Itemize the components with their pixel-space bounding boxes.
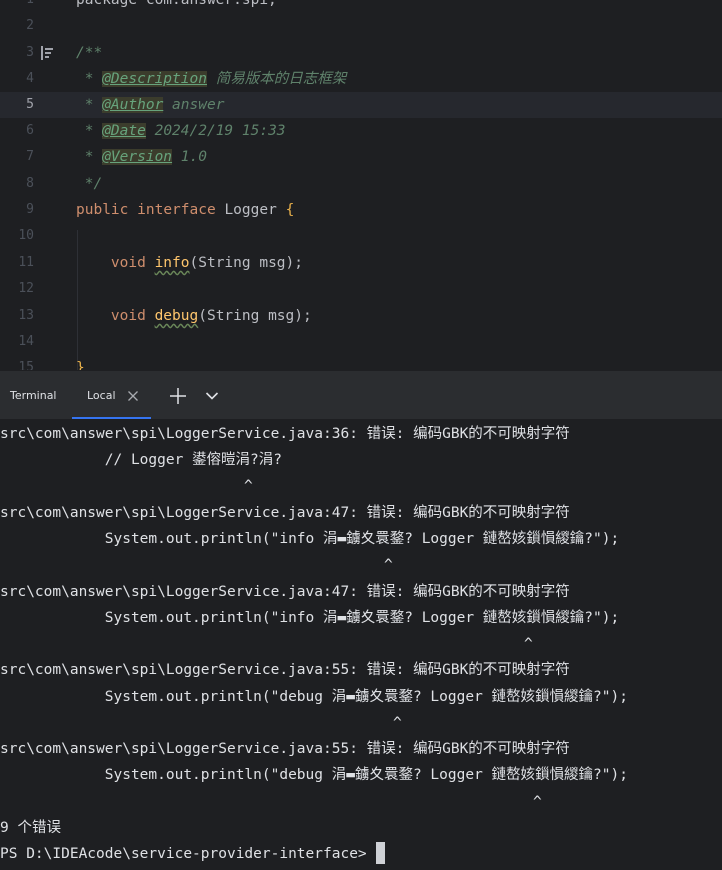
line-number: 13	[18, 308, 34, 323]
doc-value: 2024/2/19 15:33	[154, 123, 286, 139]
doc-close: */	[76, 176, 103, 192]
error-caret: ^	[524, 636, 533, 652]
error-count: 9 个错误	[0, 820, 61, 836]
chevron-down-icon[interactable]	[205, 390, 219, 402]
code-line-current[interactable]: 5 * @Author answer	[0, 92, 722, 118]
fold-lines-icon[interactable]	[41, 46, 53, 60]
terminal-line: System.out.println("debug 涓▬鐪夊睘鍪? Logger…	[0, 767, 628, 783]
code-line[interactable]: 13 void debug(String msg);	[0, 303, 722, 329]
error-caret: ^	[384, 557, 393, 573]
code-line[interactable]: 4 * @Description 简易版本的日志框架	[0, 66, 722, 92]
doc-prefix: *	[76, 149, 103, 165]
line-number: 7	[26, 149, 34, 164]
error-caret: ^	[244, 478, 253, 494]
line-number: 14	[18, 334, 34, 349]
line-number: 5	[26, 97, 34, 112]
line-number: 3	[26, 45, 34, 60]
method-name: debug	[154, 308, 199, 324]
terminal-line: src\com\answer\spi\LoggerService.java:55…	[0, 662, 570, 678]
doc-prefix: *	[76, 97, 103, 113]
terminal-line: System.out.println("info 涓▬鐪夊睘鍪? Logger …	[0, 610, 620, 626]
terminal-line: src\com\answer\spi\LoggerService.java:47…	[0, 505, 570, 521]
code-line[interactable]: 12	[0, 276, 722, 302]
code-text: package com.answer.spi;	[76, 0, 277, 8]
terminal-panel-title: Terminal	[10, 389, 57, 402]
line-number: 6	[26, 123, 34, 138]
code-line[interactable]: 8 */	[0, 171, 722, 197]
keyword: void	[110, 255, 146, 271]
method-args: (String msg);	[198, 308, 312, 324]
interface-name: Logger	[224, 202, 277, 218]
doc-tag-description: @Description	[102, 71, 207, 87]
line-number: 9	[26, 202, 34, 217]
line-number: 8	[26, 176, 34, 191]
doc-tag-author: @Author	[102, 97, 164, 113]
doc-value: 简易版本的日志框架	[215, 71, 347, 87]
code-line[interactable]: 6 * @Date 2024/2/19 15:33	[0, 118, 722, 144]
plus-icon[interactable]	[169, 387, 187, 405]
code-line[interactable]: 14	[0, 329, 722, 355]
error-caret: ^	[393, 715, 402, 731]
keyword: void	[110, 308, 146, 324]
doc-tag-version: @Version	[102, 149, 173, 165]
line-number: 1	[0, 0, 34, 13]
shell-prompt: PS D:\IDEAcode\service-provider-interfac…	[0, 846, 376, 862]
brace: {	[285, 202, 295, 218]
brace: }	[76, 360, 85, 370]
doc-tag-date: @Date	[102, 123, 146, 139]
code-line[interactable]: 1 package com.answer.spi;	[0, 0, 722, 13]
terminal-line: src\com\answer\spi\LoggerService.java:47…	[0, 584, 570, 600]
terminal-line: src\com\answer\spi\LoggerService.java:36…	[0, 426, 570, 442]
line-number: 4	[26, 71, 34, 86]
error-caret: ^	[533, 794, 542, 810]
terminal-line: System.out.println("info 涓▬鐪夊睘鍪? Logger …	[0, 531, 620, 547]
line-number: 11	[18, 255, 34, 270]
terminal-line: System.out.println("debug 涓▬鐪夊睘鍪? Logger…	[0, 689, 628, 705]
doc-prefix: *	[76, 71, 103, 87]
terminal-cursor[interactable]	[376, 842, 385, 864]
terminal-tab-bar: Terminal Local	[0, 370, 722, 420]
tab-label: Local	[87, 389, 116, 402]
code-line[interactable]: 3 /**	[0, 40, 722, 66]
line-number: 15	[18, 360, 34, 370]
terminal-output[interactable]: src\com\answer\spi\LoggerService.java:36…	[0, 419, 722, 870]
doc-prefix: *	[76, 123, 103, 139]
tab-local[interactable]: Local	[72, 371, 151, 420]
code-line[interactable]: 11 void info(String msg);	[0, 250, 722, 276]
keyword: interface	[137, 202, 216, 218]
keyword: public	[76, 202, 129, 218]
code-editor[interactable]: 1 package com.answer.spi; 2 3 /** 4 * @D…	[0, 0, 722, 370]
code-line[interactable]: 15 }	[0, 355, 722, 370]
doc-value: answer	[172, 97, 225, 113]
method-name: info	[154, 255, 190, 271]
method-args: (String msg);	[189, 255, 304, 271]
doc-value: 1.0	[180, 149, 207, 165]
code-line[interactable]: 10	[0, 223, 722, 249]
code-line[interactable]: 9 public interface Logger {	[0, 197, 722, 223]
code-line[interactable]: 7 * @Version 1.0	[0, 144, 722, 170]
code-line[interactable]: 2	[0, 13, 722, 39]
line-number: 10	[18, 228, 34, 243]
line-number: 2	[26, 18, 34, 33]
close-icon[interactable]	[127, 390, 139, 402]
terminal-line: // Logger 鍙傛暟涓?涓?	[0, 452, 283, 468]
line-number: 12	[18, 281, 34, 296]
doc-open: /**	[76, 45, 103, 61]
terminal-line: src\com\answer\spi\LoggerService.java:55…	[0, 741, 570, 757]
